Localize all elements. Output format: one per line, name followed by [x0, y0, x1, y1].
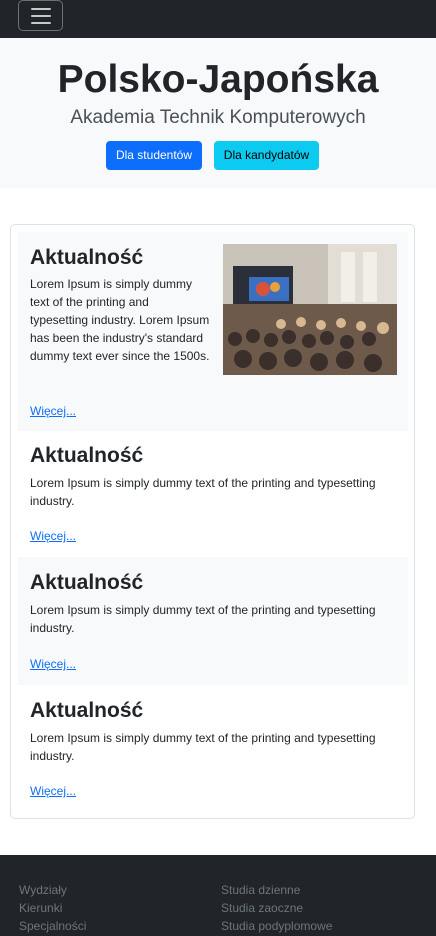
lecture-hall-photo: [223, 244, 397, 375]
menu-toggle-button[interactable]: [18, 0, 63, 31]
more-link[interactable]: Więcej...: [30, 403, 76, 419]
news-item: Aktualność Lorem Ipsum is simply dummy t…: [18, 431, 408, 557]
more-link[interactable]: Więcej...: [30, 528, 76, 544]
news-item: Aktualność Lorem Ipsum is simply dummy t…: [18, 232, 408, 431]
footer-link[interactable]: Studia zaoczne: [221, 899, 332, 917]
news-text: Lorem Ipsum is simply dummy text of the …: [30, 731, 376, 763]
news-title: Aktualność: [30, 444, 144, 467]
news-title: Aktualność: [30, 699, 144, 722]
more-link[interactable]: Więcej...: [30, 656, 76, 672]
news-text: Lorem Ipsum is simply dummy text of the …: [30, 277, 210, 363]
news-card: Aktualność Lorem Ipsum is simply dummy t…: [10, 224, 415, 819]
footer-link[interactable]: Kierunki: [19, 899, 86, 917]
more-link[interactable]: Więcej...: [30, 783, 76, 799]
hero-title: Polsko-Japońska: [57, 58, 379, 101]
navbar: [0, 0, 436, 38]
news-item: Aktualność Lorem Ipsum is simply dummy t…: [18, 557, 408, 685]
news-title: Aktualność: [30, 246, 144, 269]
hamburger-icon-bar: [30, 14, 51, 17]
footer-link[interactable]: Studia podyplomowe: [221, 917, 332, 935]
news-item: Aktualność Lorem Ipsum is simply dummy t…: [18, 685, 408, 813]
footer-column-studies: Studia dzienne Studia zaoczne Studia pod…: [221, 881, 332, 935]
footer: Wydziały Kierunki Specjalności Studia dz…: [0, 855, 436, 936]
hero-section: Polsko-Japońska Akademia Technik Kompute…: [0, 38, 436, 188]
footer-column-faculties: Wydziały Kierunki Specjalności: [19, 881, 86, 935]
footer-link[interactable]: Wydziały: [19, 881, 86, 899]
students-button[interactable]: Dla studentów: [106, 141, 202, 170]
hamburger-icon: [30, 7, 51, 10]
hero-subtitle: Akademia Technik Komputerowych: [70, 107, 366, 128]
footer-link[interactable]: Studia dzienne: [221, 881, 332, 899]
candidates-button[interactable]: Dla kandydatów: [214, 141, 319, 170]
footer-link[interactable]: Specjalności: [19, 917, 86, 935]
hamburger-icon-bar: [30, 21, 51, 24]
news-text: Lorem Ipsum is simply dummy text of the …: [30, 476, 376, 508]
news-text: Lorem Ipsum is simply dummy text of the …: [30, 603, 376, 635]
news-title: Aktualność: [30, 571, 144, 594]
